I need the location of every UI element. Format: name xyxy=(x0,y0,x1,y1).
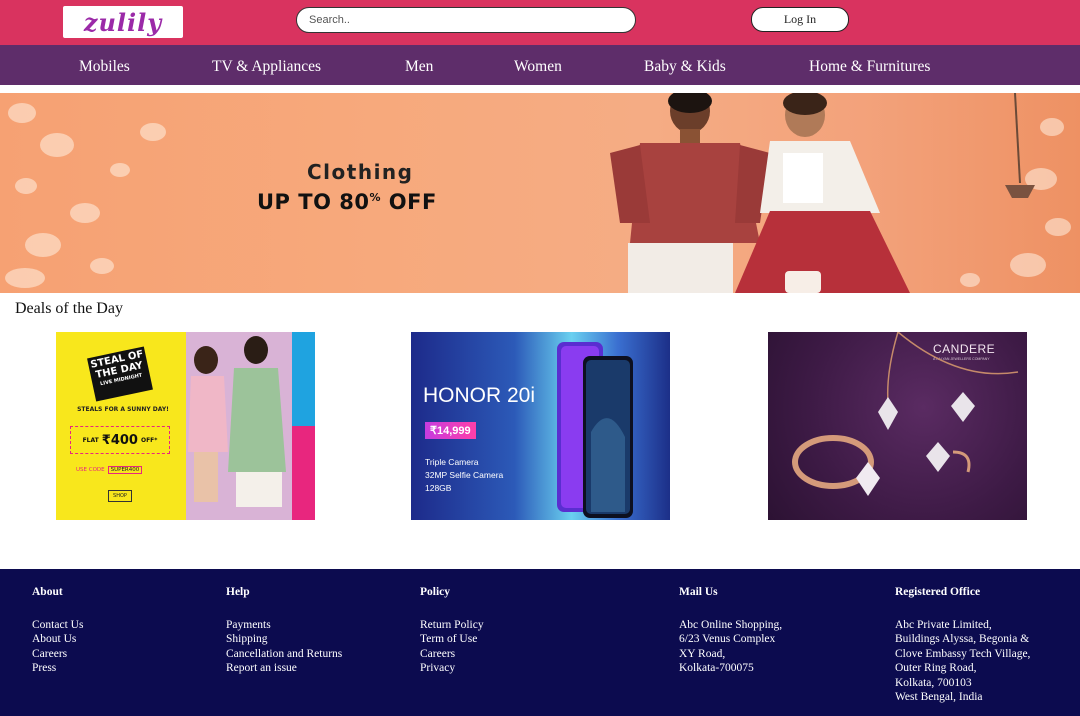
site-footer: About Contact Us About Us Careers Press … xyxy=(0,569,1080,716)
footer-mail-line: 6/23 Venus Complex xyxy=(679,633,776,645)
footer-link-careers[interactable]: Careers xyxy=(32,647,83,662)
deal-card-steal-of-the-day[interactable]: STEAL OF THE DAY LIVE MIDNIGHT STEALS FO… xyxy=(56,332,315,520)
banner-offer-end: OFF xyxy=(381,190,437,214)
footer-link-payments[interactable]: Payments xyxy=(226,618,342,633)
banner-models-illustration xyxy=(610,93,1035,293)
footer-mail: Mail Us Abc Online Shopping, 6/23 Venus … xyxy=(679,585,782,676)
footer-link-term-of-use[interactable]: Term of Use xyxy=(420,632,484,647)
footer-office-line: Buildings Alyssa, Begonia & xyxy=(895,633,1030,645)
footer-link-about-us[interactable]: About Us xyxy=(32,632,83,647)
footer-mail-line: XY Road, xyxy=(679,647,726,660)
footer-office-heading: Registered Office xyxy=(895,586,981,598)
nav-item-mobiles[interactable]: Mobiles xyxy=(79,45,130,85)
footer-office: Registered Office Abc Private Limited, B… xyxy=(895,585,1030,705)
deal-card-candere[interactable]: CANDERE A KALYAN JEWELLERS COMPANY xyxy=(768,332,1027,520)
footer-link-report-issue[interactable]: Report an issue xyxy=(226,661,342,676)
footer-link-contact-us[interactable]: Contact Us xyxy=(32,618,83,633)
footer-mail-line: Abc Online Shopping, xyxy=(679,618,783,631)
footer-policy: Policy Return Policy Term of Use Careers… xyxy=(420,585,484,676)
nav-item-home-furnitures[interactable]: Home & Furnitures xyxy=(809,45,930,85)
category-nav: Mobiles TV & Appliances Men Women Baby &… xyxy=(0,45,1080,85)
nav-item-tv-appliances[interactable]: TV & Appliances xyxy=(212,45,321,85)
logo-text: zulily xyxy=(83,7,163,37)
top-bar: zulily Log In xyxy=(0,0,1080,45)
footer-help: Help Payments Shipping Cancellation and … xyxy=(226,585,342,676)
steal-models-illustration xyxy=(188,336,286,507)
footer-link-cancellation-returns[interactable]: Cancellation and Returns xyxy=(226,647,342,662)
hero-banner[interactable]: Clothing UP TO 80% OFF xyxy=(0,93,1080,293)
banner-offer-main: UP TO 80 xyxy=(257,190,370,214)
footer-mail-heading: Mail Us xyxy=(679,586,718,598)
footer-office-line: West Bengal, India xyxy=(895,691,983,703)
honor-phones-illustration xyxy=(557,342,633,518)
banner-offer-percent: % xyxy=(369,191,381,204)
nav-item-baby-kids[interactable]: Baby & Kids xyxy=(644,45,726,85)
footer-mail-line: Kolkata-700075 xyxy=(679,662,754,674)
banner-title: Clothing xyxy=(307,160,414,184)
search-input[interactable] xyxy=(296,7,636,33)
site-logo[interactable]: zulily xyxy=(63,6,183,38)
footer-office-line: Clove Embassy Tech Village, xyxy=(895,647,1031,660)
footer-office-line: Outer Ring Road, xyxy=(895,662,977,674)
nav-item-men[interactable]: Men xyxy=(405,45,433,85)
footer-about-heading: About xyxy=(32,586,63,598)
footer-policy-heading: Policy xyxy=(420,586,451,598)
deal-card-honor-20i[interactable]: HONOR 20i ₹14,999 Triple Camera 32MP Sel… xyxy=(411,332,670,520)
nav-item-women[interactable]: Women xyxy=(514,45,562,85)
footer-link-privacy[interactable]: Privacy xyxy=(420,661,484,676)
deals-title: Deals of the Day xyxy=(15,300,123,317)
candere-jewelry-illustration xyxy=(792,332,1019,496)
footer-link-policy-careers[interactable]: Careers xyxy=(420,647,484,662)
footer-about: About Contact Us About Us Careers Press xyxy=(32,585,83,676)
footer-office-line: Kolkata, 700103 xyxy=(895,676,972,689)
banner-offer: UP TO 80% OFF xyxy=(257,190,437,214)
footer-office-line: Abc Private Limited, xyxy=(895,618,992,631)
footer-link-press[interactable]: Press xyxy=(32,661,83,676)
footer-link-shipping[interactable]: Shipping xyxy=(226,632,342,647)
footer-help-heading: Help xyxy=(226,586,250,598)
footer-link-return-policy[interactable]: Return Policy xyxy=(420,618,484,633)
login-button[interactable]: Log In xyxy=(751,7,849,32)
